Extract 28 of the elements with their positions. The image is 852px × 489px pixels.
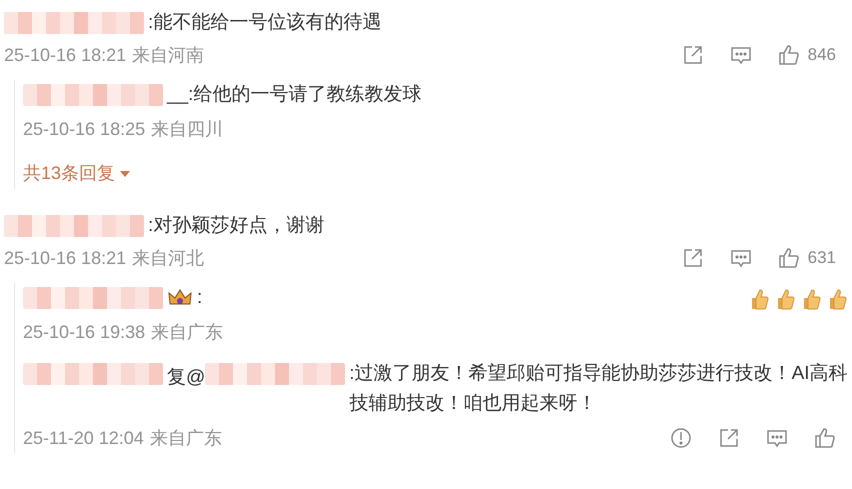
- more-replies-link[interactable]: 共13条回复: [23, 160, 132, 187]
- caret-icon: [119, 170, 132, 178]
- thumbs-up-button[interactable]: 846: [778, 42, 836, 68]
- share-button[interactable]: [682, 44, 704, 66]
- timestamp: 25-10-16 19:38: [23, 320, 146, 344]
- timestamp: 25-10-16 18:21: [4, 246, 126, 270]
- timestamp: 25-10-16 18:21: [4, 44, 126, 67]
- share-button[interactable]: [682, 246, 704, 268]
- comment-text: @: [186, 366, 206, 390]
- comment-text: :: [197, 286, 204, 310]
- thumbs-up-icon: [778, 44, 800, 66]
- location-text: 来自河北: [132, 246, 204, 270]
- comment-text: :对孙颖莎好点，谢谢: [148, 214, 326, 238]
- timestamp: 25-11-20 12:04: [23, 426, 144, 450]
- comment-text: __:给他的一号请了教练教发球: [167, 83, 422, 107]
- location-text: 来自广东: [150, 426, 222, 450]
- timestamp: 25-10-16 18:25: [23, 118, 146, 141]
- location-text: 来自广东: [151, 320, 224, 344]
- thumbs-up-button[interactable]: [814, 426, 836, 448]
- thumbs-up-icon: [778, 246, 800, 268]
- comment-text: :过激了朋友！希望邱贻可指导能协助莎莎进行技改！AI高科技辅助技改！咱也用起来呀！: [349, 362, 848, 416]
- report-button[interactable]: [670, 426, 692, 448]
- location-text: 来自河南: [132, 44, 204, 67]
- location-text: 来自四川: [151, 118, 224, 141]
- thumbs-up-button[interactable]: 631: [778, 244, 836, 270]
- share-button[interactable]: [718, 426, 740, 448]
- comment-text: :能不能给一号位该有的待遇: [148, 11, 382, 35]
- comment-text: 复: [167, 366, 186, 390]
